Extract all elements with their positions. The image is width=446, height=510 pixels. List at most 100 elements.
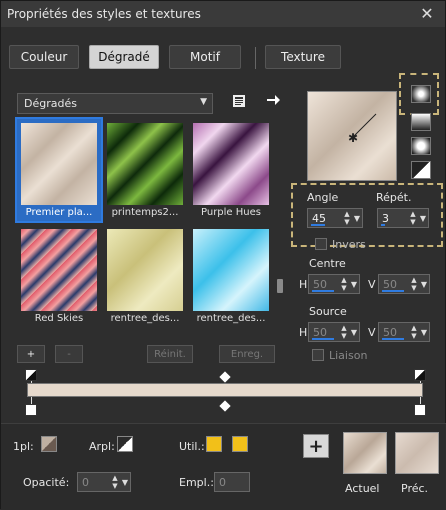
source-h-label: H <box>299 326 308 339</box>
spin-arrows-icon[interactable]: ▲ ▼ <box>110 474 120 490</box>
current-swatch[interactable] <box>343 432 387 474</box>
center-h-label: H <box>299 278 308 291</box>
center-v-spinbox[interactable]: 50 ▲ ▼ ▼ <box>378 274 430 294</box>
tab-bar: Couleur Dégradé Motif Texture <box>1 45 446 71</box>
chevron-down-icon[interactable]: ▼ <box>419 280 429 289</box>
source-h-value: 50 <box>313 325 327 339</box>
gradient-category-dropdown[interactable]: Dégradés ▼ <box>17 93 213 114</box>
center-v-value: 50 <box>383 277 397 291</box>
add-gradient-button[interactable]: + <box>17 345 45 363</box>
bottom-panel: 1pl: Arpl: Util.: Opacité: 0 ▲ ▼ ▼ Empl.:… <box>1 423 446 510</box>
tab-motif[interactable]: Motif <box>169 45 241 69</box>
gradient-preview[interactable]: ✱ <box>307 91 397 181</box>
repeat-value: 3 <box>382 211 389 225</box>
gradient-item-printemps[interactable]: printemps2... <box>103 119 187 221</box>
spin-arrows-icon[interactable]: ▲ ▼ <box>339 324 349 340</box>
location-field[interactable]: 0 <box>214 472 250 492</box>
chevron-down-icon: ▼ <box>200 97 207 107</box>
gradient-swatch <box>21 123 97 205</box>
chevron-down-icon[interactable]: ▼ <box>418 214 428 223</box>
gradient-item-premier-plan[interactable]: Premier pla... <box>15 117 103 223</box>
gradient-swatch <box>21 229 97 311</box>
spin-arrows-icon[interactable]: ▲ ▼ <box>339 276 349 292</box>
style-rectangular-button[interactable] <box>411 113 431 131</box>
repeat-label: Répét. <box>376 191 412 204</box>
style-radial-button[interactable] <box>411 137 431 155</box>
center-v-label: V <box>368 278 376 291</box>
source-v-label: V <box>368 326 376 339</box>
chevron-down-icon[interactable]: ▼ <box>352 214 362 223</box>
opacity-midpoint-marker[interactable] <box>219 371 231 383</box>
center-v-bar <box>382 290 404 292</box>
center-h-spinbox[interactable]: 50 ▲ ▼ ▼ <box>308 274 360 294</box>
link-checkbox[interactable] <box>312 349 324 361</box>
util-color-2[interactable] <box>232 436 248 452</box>
background-label: Arpl: <box>89 440 115 453</box>
angle-label: Angle <box>307 191 339 204</box>
previous-swatch[interactable] <box>395 432 439 474</box>
gradient-item-purple-hues[interactable]: Purple Hues <box>189 119 273 221</box>
spin-arrows-icon[interactable]: ▲ ▼ <box>409 276 419 292</box>
add-to-library-button[interactable]: + <box>303 434 329 458</box>
tab-separator <box>255 47 256 69</box>
tab-degrade[interactable]: Dégradé <box>89 45 159 69</box>
color-midpoint-marker[interactable] <box>219 400 231 412</box>
title-bar: Propriétés des styles et textures ✕ <box>1 1 445 27</box>
center-label: Centre <box>309 257 346 270</box>
chevron-down-icon[interactable]: ▼ <box>349 280 359 289</box>
chevron-down-icon[interactable]: ▼ <box>419 328 429 337</box>
invert-checkbox[interactable] <box>315 238 327 250</box>
gradient-grid: Premier pla... printemps2... Purple Hues… <box>15 117 273 329</box>
source-v-bar <box>382 338 404 340</box>
repeat-spinbox[interactable]: 3 ▲ ▼ ▼ <box>377 208 429 228</box>
gradient-item-rentree-1[interactable]: rentree_des... <box>103 225 187 327</box>
style-sunburst-button[interactable] <box>411 161 431 179</box>
angle-spinbox[interactable]: 45 ▲ ▼ ▼ <box>307 208 363 228</box>
gradient-item-rentree-2[interactable]: rentree_des... <box>189 225 273 327</box>
tab-couleur[interactable]: Couleur <box>9 45 79 69</box>
svg-text:✱: ✱ <box>348 131 358 145</box>
util-color-1[interactable] <box>206 436 222 452</box>
source-v-value: 50 <box>383 325 397 339</box>
spin-arrows-icon[interactable]: ▲ ▼ <box>409 324 419 340</box>
gradient-item-label: Purple Hues <box>201 207 261 218</box>
tab-texture[interactable]: Texture <box>265 45 341 69</box>
angle-bar <box>311 224 325 226</box>
source-v-spinbox[interactable]: 50 ▲ ▼ ▼ <box>378 322 430 342</box>
arrow-right-icon[interactable] <box>265 92 281 108</box>
gradient-item-label: rentree_des... <box>110 313 180 324</box>
link-label: Liaison <box>329 349 368 362</box>
gradient-swatch <box>193 229 269 311</box>
opacity-value: 0 <box>82 475 89 489</box>
book-icon[interactable] <box>231 93 247 109</box>
location-label: Empl.: <box>179 476 214 489</box>
chevron-down-icon[interactable]: ▼ <box>349 328 359 337</box>
spin-arrows-icon[interactable]: ▲ ▼ <box>408 210 418 226</box>
gradient-item-label: Red Skies <box>34 313 84 324</box>
opacity-spinbox[interactable]: 0 ▲ ▼ ▼ <box>77 472 131 492</box>
color-stop-right[interactable] <box>414 404 426 416</box>
color-stop-left[interactable] <box>25 404 37 416</box>
fg-color-stop-top[interactable] <box>25 369 37 381</box>
previous-label: Préc. <box>401 482 429 495</box>
style-linear-button[interactable] <box>411 85 431 103</box>
gradient-item-label: rentree_des... <box>196 313 266 324</box>
chevron-down-icon[interactable]: ▼ <box>120 478 130 487</box>
close-button[interactable]: ✕ <box>417 4 437 23</box>
remove-gradient-button[interactable]: - <box>55 345 83 363</box>
gradient-editor-bar[interactable] <box>27 383 423 397</box>
scrollbar-thumb[interactable] <box>277 279 283 293</box>
spin-arrows-icon[interactable]: ▲ ▼ <box>342 210 352 226</box>
gradient-item-red-skies[interactable]: Red Skies <box>17 225 101 327</box>
center-h-value: 50 <box>313 277 327 291</box>
source-h-spinbox[interactable]: 50 ▲ ▼ ▼ <box>308 322 360 342</box>
gradient-category-value: Dégradés <box>24 97 77 110</box>
first-plan-swatch[interactable] <box>41 436 57 452</box>
current-label: Actuel <box>345 482 380 495</box>
save-gradient-button[interactable]: Enreg. <box>219 345 275 363</box>
reset-button[interactable]: Réinit. <box>147 345 193 363</box>
background-swatch[interactable] <box>117 436 133 452</box>
gradient-list-scrollbar[interactable] <box>275 119 285 329</box>
location-value: 0 <box>219 475 226 489</box>
bg-color-stop-top[interactable] <box>414 369 426 381</box>
